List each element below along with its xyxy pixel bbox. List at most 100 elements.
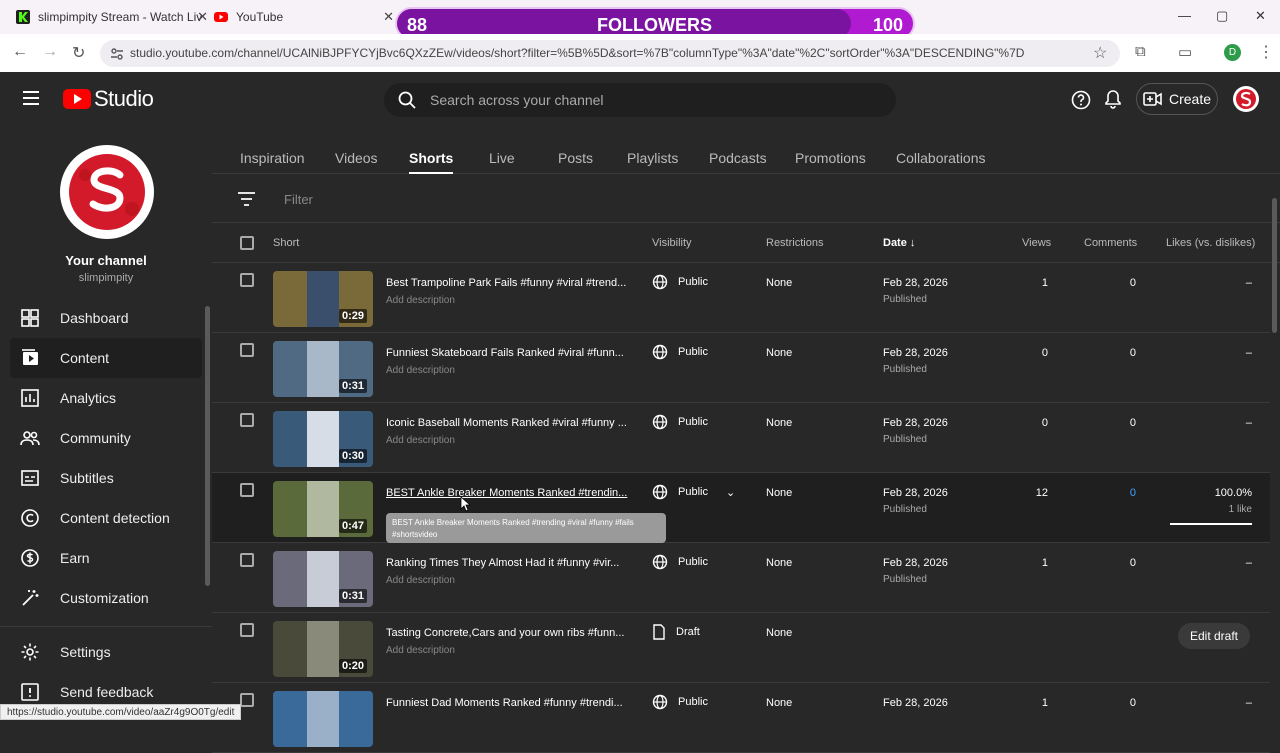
video-title[interactable]: BEST Ankle Breaker Moments Ranked #trend… (386, 487, 627, 499)
video-description[interactable]: Add description (386, 295, 455, 306)
sidebar-item-settings[interactable]: Settings (10, 632, 202, 672)
channel-avatar[interactable] (60, 145, 154, 239)
help-icon[interactable] (1071, 90, 1091, 110)
table-row[interactable]: 0:29 Best Trampoline Park Fails #funny #v… (212, 263, 1270, 333)
visibility-cell[interactable]: Public ⌄ (652, 484, 735, 500)
video-thumbnail[interactable]: 0:30 (273, 411, 373, 467)
row-checkbox[interactable] (240, 343, 254, 357)
video-title[interactable]: Funniest Skateboard Fails Ranked #viral … (386, 347, 624, 359)
column-likes[interactable]: Likes (vs. dislikes) (1166, 237, 1255, 249)
views-value[interactable]: 1 (1042, 557, 1048, 569)
row-checkbox[interactable] (240, 413, 254, 427)
bookmark-star-icon[interactable]: ☆ (1093, 43, 1107, 63)
video-thumbnail[interactable]: 0:29 (273, 271, 373, 327)
row-checkbox[interactable] (240, 693, 254, 707)
tab-inspiration[interactable]: Inspiration (240, 150, 305, 166)
video-title[interactable]: Best Trampoline Park Fails #funny #viral… (386, 277, 626, 289)
video-thumbnail[interactable]: 0:47 (273, 481, 373, 537)
sidebar-item-earn[interactable]: Earn (10, 538, 202, 578)
column-date[interactable]: Date ↓ (883, 237, 915, 249)
row-checkbox[interactable] (240, 623, 254, 637)
main-scrollbar[interactable] (1272, 198, 1277, 333)
maximize-icon[interactable]: ▢ (1216, 8, 1228, 24)
studio-logo[interactable]: Studio (63, 86, 154, 112)
browser-tab-stream[interactable]: slimpimpity Stream - Watch Liv ✕ (16, 4, 208, 30)
sidebar-item-content-detection[interactable]: Content detection (10, 498, 202, 538)
channel-title[interactable]: Your channel (0, 253, 212, 268)
sidebar-item-content[interactable]: Content (10, 338, 202, 378)
sidebar-item-analytics[interactable]: Analytics (10, 378, 202, 418)
visibility-cell[interactable]: Public (652, 694, 708, 710)
select-all-checkbox[interactable] (240, 236, 254, 250)
edit-draft-button[interactable]: Edit draft (1178, 623, 1250, 649)
video-thumbnail[interactable]: 0:31 (273, 551, 373, 607)
video-thumbnail[interactable]: 0:20 (273, 621, 373, 677)
views-value[interactable]: 1 (1042, 697, 1048, 709)
table-row[interactable]: 0:47 BEST Ankle Breaker Moments Ranked #t… (212, 473, 1270, 543)
visibility-cell[interactable]: Public (652, 274, 708, 290)
minimize-icon[interactable]: — (1178, 8, 1191, 23)
column-restrictions[interactable]: Restrictions (766, 237, 823, 249)
views-value[interactable]: 0 (1042, 347, 1048, 359)
views-value[interactable]: 1 (1042, 277, 1048, 289)
comments-value[interactable]: 0 (1130, 557, 1136, 569)
cast-icon[interactable]: ▭ (1178, 43, 1192, 61)
visibility-cell[interactable]: Public (652, 344, 708, 360)
sidebar-item-community[interactable]: Community (10, 418, 202, 458)
back-icon[interactable]: ← (12, 43, 28, 61)
table-row[interactable]: Funniest Dad Moments Ranked #funny #tren… (212, 683, 1270, 753)
row-checkbox[interactable] (240, 483, 254, 497)
forward-icon[interactable]: → (42, 43, 58, 61)
views-value[interactable]: 12 (1036, 487, 1048, 499)
video-thumbnail[interactable]: 0:31 (273, 341, 373, 397)
video-description[interactable]: Add description (386, 435, 455, 446)
row-checkbox[interactable] (240, 553, 254, 567)
comments-value[interactable]: 0 (1130, 347, 1136, 359)
tab-playlists[interactable]: Playlists (627, 150, 678, 166)
visibility-cell[interactable]: Public (652, 554, 708, 570)
comments-value[interactable]: 0 (1130, 487, 1136, 499)
video-title[interactable]: Funniest Dad Moments Ranked #funny #tren… (386, 697, 623, 709)
sidebar-item-subtitles[interactable]: Subtitles (10, 458, 202, 498)
video-description[interactable]: Add description (386, 645, 455, 656)
tab-collaborations[interactable]: Collaborations (896, 150, 986, 166)
column-comments[interactable]: Comments (1084, 237, 1137, 249)
comments-value[interactable]: 0 (1130, 417, 1136, 429)
tab-videos[interactable]: Videos (335, 150, 378, 166)
visibility-cell[interactable]: Public (652, 414, 708, 430)
site-info-icon[interactable] (110, 47, 124, 61)
tab-live[interactable]: Live (489, 150, 515, 166)
reload-icon[interactable]: ↻ (72, 43, 85, 63)
extensions-icon[interactable]: ⧉ (1135, 43, 1146, 60)
filter-input[interactable]: Filter (284, 192, 313, 207)
tab-shorts[interactable]: Shorts (409, 150, 454, 174)
tab-posts[interactable]: Posts (558, 150, 593, 166)
tab-podcasts[interactable]: Podcasts (709, 150, 767, 166)
video-description[interactable]: Add description (386, 365, 455, 376)
account-avatar[interactable] (1233, 86, 1259, 112)
tab-promotions[interactable]: Promotions (795, 150, 866, 166)
create-button[interactable]: Create (1136, 83, 1218, 115)
comments-value[interactable]: 0 (1130, 277, 1136, 289)
video-description[interactable]: Add description (386, 575, 455, 586)
browser-tab-youtube[interactable]: YouTube ✕ (214, 4, 394, 30)
chevron-down-icon[interactable]: ⌄ (726, 486, 735, 499)
row-checkbox[interactable] (240, 273, 254, 287)
comments-value[interactable]: 0 (1130, 697, 1136, 709)
browser-menu-icon[interactable]: ⋮ (1258, 42, 1274, 62)
close-icon[interactable]: ✕ (383, 9, 394, 25)
sidebar-item-dashboard[interactable]: Dashboard (10, 298, 202, 338)
table-row[interactable]: 0:20 Tasting Concrete,Cars and your own r… (212, 613, 1270, 683)
hamburger-menu-icon[interactable] (23, 91, 39, 105)
table-row[interactable]: 0:31 Funniest Skateboard Fails Ranked #vi… (212, 333, 1270, 403)
visibility-cell[interactable]: Draft (652, 624, 700, 640)
column-views[interactable]: Views (1022, 237, 1051, 249)
notifications-bell-icon[interactable] (1104, 89, 1122, 109)
close-icon[interactable]: ✕ (197, 9, 208, 25)
profile-avatar[interactable]: D (1224, 44, 1241, 61)
url-bar[interactable]: studio.youtube.com/channel/UCAlNiBJPFYCY… (100, 40, 1120, 67)
table-row[interactable]: 0:31 Ranking Times They Almost Had it #fu… (212, 543, 1270, 613)
table-row[interactable]: 0:30 Iconic Baseball Moments Ranked #vira… (212, 403, 1270, 473)
video-thumbnail[interactable] (273, 691, 373, 747)
column-visibility[interactable]: Visibility (652, 237, 692, 249)
